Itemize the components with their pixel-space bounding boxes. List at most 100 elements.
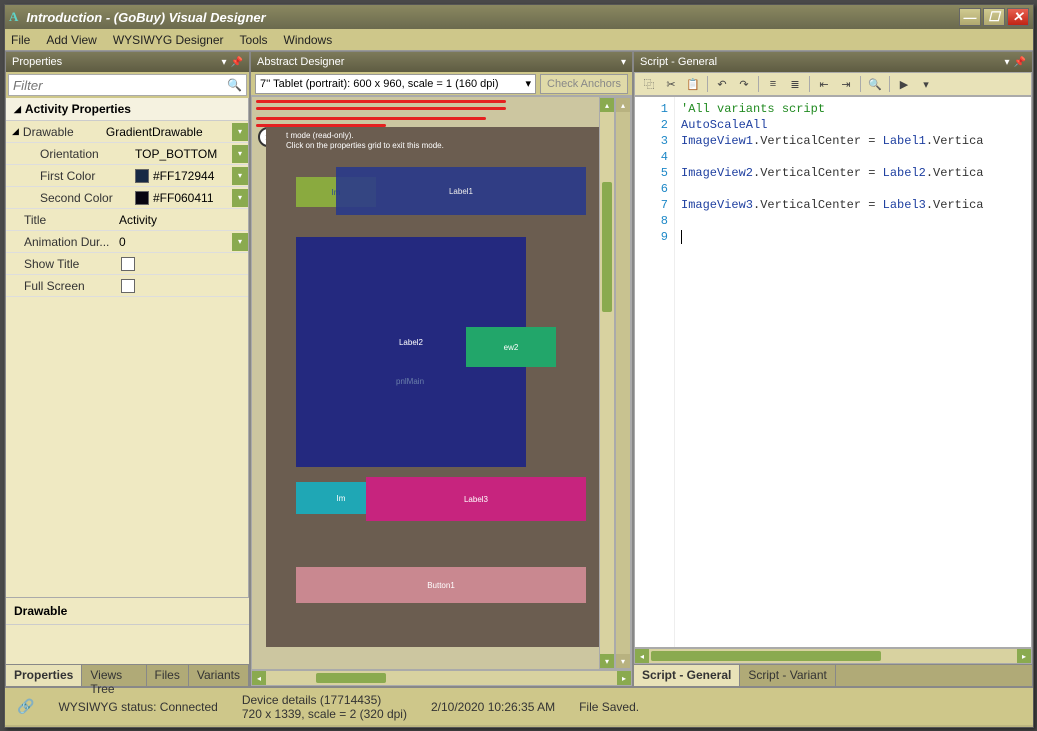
- prop-full-screen[interactable]: Full Screen: [6, 275, 248, 297]
- scroll-down-button[interactable]: ▾: [616, 654, 630, 668]
- uncomment-icon[interactable]: ⇥: [836, 75, 856, 93]
- dropdown-button[interactable]: ▾: [232, 123, 248, 141]
- prop-key: Full Screen: [24, 279, 119, 293]
- menu-wysiwyg[interactable]: WYSIWYG Designer: [113, 33, 224, 47]
- tab-properties[interactable]: Properties: [6, 665, 82, 686]
- prop-key: Title: [24, 213, 119, 227]
- collapse-icon: ◢: [14, 104, 21, 115]
- script-tabs: Script - General Script - Variant: [634, 664, 1032, 686]
- prop-val: GradientDrawable: [106, 125, 232, 139]
- properties-body: ◢ Activity Properties ◢ Drawable Gradien…: [6, 98, 249, 597]
- pin-icon[interactable]: 📌: [231, 57, 243, 68]
- v-scrollbar-outer[interactable]: ▴ ▾: [599, 97, 615, 669]
- menubar: File Add View WYSIWYG Designer Tools Win…: [5, 29, 1033, 51]
- scroll-right-button[interactable]: ▸: [1017, 649, 1031, 663]
- widget-imageview2[interactable]: ew2: [466, 327, 556, 367]
- checkbox[interactable]: [121, 279, 135, 293]
- comment-icon[interactable]: ⇤: [814, 75, 834, 93]
- indent-icon[interactable]: ≣: [785, 75, 805, 93]
- scroll-left-button[interactable]: ◂: [252, 671, 266, 685]
- redo-icon[interactable]: ↷: [734, 75, 754, 93]
- titlebar: A Introduction - (GoBuy) Visual Designer…: [5, 5, 1033, 29]
- widget-button1[interactable]: Button1: [296, 567, 586, 603]
- check-anchors-button[interactable]: Check Anchors: [540, 74, 628, 94]
- undo-icon[interactable]: ↶: [712, 75, 732, 93]
- tab-script-general[interactable]: Script - General: [634, 665, 740, 686]
- outdent-icon[interactable]: ≡: [763, 75, 783, 93]
- dropdown-icon[interactable]: ▾: [1005, 57, 1010, 68]
- tab-variants[interactable]: Variants: [189, 665, 249, 686]
- dropdown-icon[interactable]: ▾: [621, 57, 626, 68]
- search-icon[interactable]: 🔍: [227, 78, 242, 92]
- collapse-icon: ◢: [12, 126, 19, 137]
- prop-title[interactable]: Title Activity: [6, 209, 248, 231]
- dropdown-button[interactable]: ▾: [232, 167, 248, 185]
- v-scrollbar-inner[interactable]: ▴ ▾: [615, 97, 631, 669]
- design-surface[interactable]: t mode (read-only). Click on the propert…: [266, 127, 606, 647]
- device-select-label: 7'' Tablet (portrait): 600 x 960, scale …: [260, 78, 499, 90]
- prop-first-color[interactable]: First Color #FF172944 ▾: [6, 165, 248, 187]
- copy-icon[interactable]: ⿻: [639, 75, 659, 93]
- pin-icon[interactable]: 📌: [1014, 57, 1026, 68]
- designer-panel: Abstract Designer ▾ 7'' Tablet (portrait…: [250, 51, 633, 687]
- dropdown-button[interactable]: ▾: [232, 233, 248, 251]
- menu-tools[interactable]: Tools: [240, 33, 268, 47]
- filter-row: 🔍: [8, 74, 247, 96]
- close-button[interactable]: ✕: [1007, 8, 1029, 26]
- filter-input[interactable]: [13, 78, 227, 93]
- menu-windows[interactable]: Windows: [284, 33, 333, 47]
- cut-icon[interactable]: ✂: [661, 75, 681, 93]
- minimize-button[interactable]: —: [959, 8, 981, 26]
- code-text[interactable]: 'All variants script AutoScaleAll ImageV…: [675, 97, 1031, 647]
- h-scrollbar[interactable]: ◂ ▸: [251, 670, 632, 686]
- designer-canvas[interactable]: » t mode (read-only). Click on the prope…: [251, 96, 632, 670]
- checkbox[interactable]: [121, 257, 135, 271]
- code-editor[interactable]: 123456789 'All variants script AutoScale…: [634, 96, 1032, 648]
- scroll-right-button[interactable]: ▸: [617, 671, 631, 685]
- menu-file[interactable]: File: [11, 33, 30, 47]
- widget-label1[interactable]: Label1: [336, 167, 586, 215]
- tab-script-variant[interactable]: Script - Variant: [740, 665, 835, 686]
- device-select[interactable]: 7'' Tablet (portrait): 600 x 960, scale …: [255, 74, 536, 94]
- app-window: A Introduction - (GoBuy) Visual Designer…: [4, 4, 1034, 728]
- scroll-up-button[interactable]: ▴: [616, 98, 630, 112]
- prop-key: Orientation: [40, 147, 135, 161]
- properties-panel: Properties ▾ 📌 🔍 ◢ Activity Properties ◢…: [5, 51, 250, 687]
- prop-val: #FF172944: [153, 169, 214, 183]
- status-timestamp: 2/10/2020 10:26:35 AM: [431, 700, 555, 714]
- dropdown-icon[interactable]: ▾: [222, 57, 227, 68]
- maximize-button[interactable]: ☐: [983, 8, 1005, 26]
- properties-header: Properties ▾ 📌: [6, 52, 249, 72]
- paste-icon[interactable]: 📋: [683, 75, 703, 93]
- prop-animation-duration[interactable]: Animation Dur... 0 ▾: [6, 231, 248, 253]
- prop-drawable[interactable]: ◢ Drawable GradientDrawable ▾: [6, 121, 248, 143]
- prop-show-title[interactable]: Show Title: [6, 253, 248, 275]
- run-icon[interactable]: ▶: [894, 75, 914, 93]
- widget-label3[interactable]: Label3: [366, 477, 586, 521]
- script-header: Script - General ▾ 📌: [634, 52, 1032, 72]
- script-h-scrollbar[interactable]: ◂ ▸: [634, 648, 1032, 664]
- run-dropdown-icon[interactable]: ▾: [916, 75, 936, 93]
- prop-second-color[interactable]: Second Color #FF060411 ▾: [6, 187, 248, 209]
- tab-views-tree[interactable]: Views Tree: [82, 665, 146, 686]
- section-activity-properties[interactable]: ◢ Activity Properties: [6, 98, 248, 121]
- scroll-up-button[interactable]: ▴: [600, 98, 614, 112]
- find-icon[interactable]: 🔍: [865, 75, 885, 93]
- menu-add-view[interactable]: Add View: [46, 33, 96, 47]
- tab-files[interactable]: Files: [147, 665, 189, 686]
- prop-val: Activity: [119, 213, 248, 227]
- status-saved: File Saved.: [579, 700, 639, 714]
- color-swatch: [135, 169, 149, 183]
- wysiwyg-status: WYSIWYG status: Connected: [58, 700, 217, 714]
- dropdown-button[interactable]: ▾: [232, 189, 248, 207]
- designer-toolbar: 7'' Tablet (portrait): 600 x 960, scale …: [251, 72, 632, 96]
- pnlmain-label: pnlMain: [396, 377, 424, 386]
- scroll-left-button[interactable]: ◂: [635, 649, 649, 663]
- prop-key: Animation Dur...: [24, 235, 119, 249]
- script-panel: Script - General ▾ 📌 ⿻ ✂ 📋 ↶ ↷ ≡ ≣ ⇤ ⇥ 🔍: [633, 51, 1033, 687]
- scroll-down-button[interactable]: ▾: [600, 654, 614, 668]
- drawable-footer: Drawable: [6, 597, 249, 624]
- dropdown-button[interactable]: ▾: [232, 145, 248, 163]
- prop-orientation[interactable]: Orientation TOP_BOTTOM ▾: [6, 143, 248, 165]
- prop-val: TOP_BOTTOM: [135, 147, 232, 161]
